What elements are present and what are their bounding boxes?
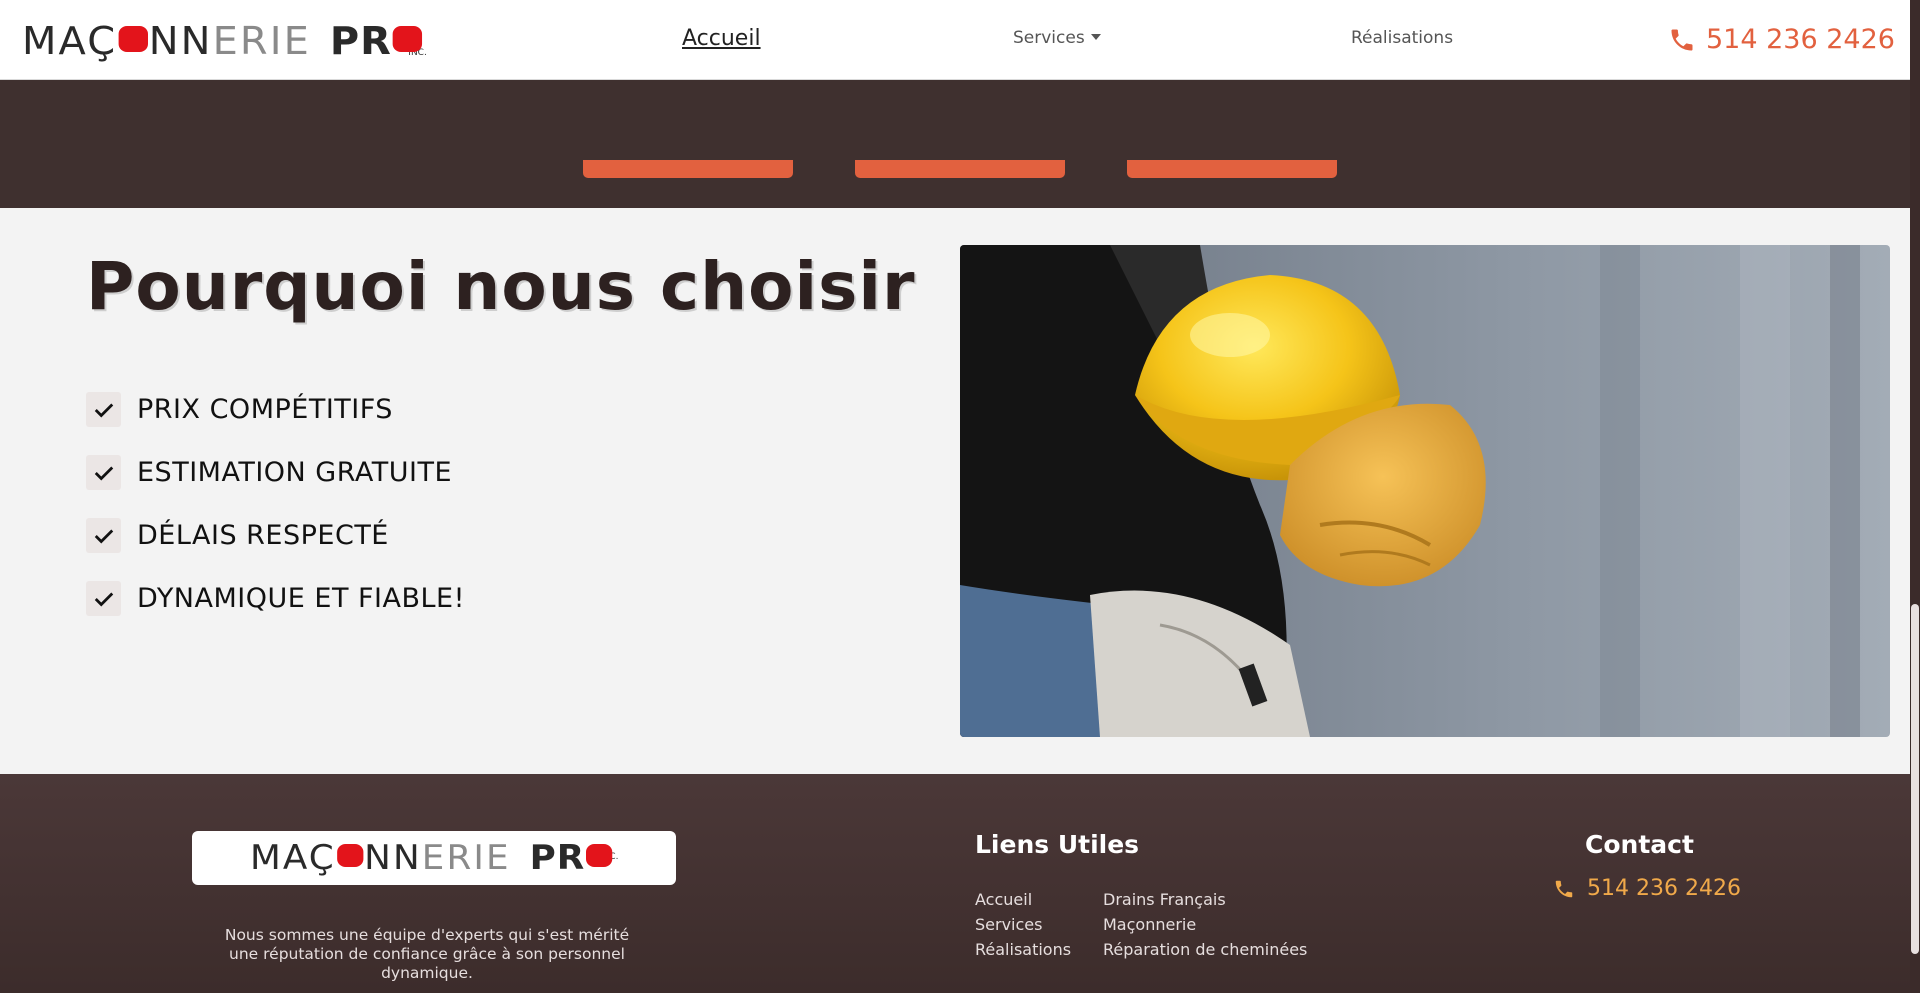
footer-logo[interactable]: MAÇNNERIEPR INC. [192,831,676,885]
footer-link-services[interactable]: Services [975,915,1071,940]
check-icon [86,581,121,616]
footer-link-accueil[interactable]: Accueil [975,890,1071,915]
footer-link-cheminees[interactable]: Réparation de cheminées [1103,940,1307,965]
benefit-text: DÉLAIS RESPECTÉ [137,520,389,551]
footer-phone-number: 514 236 2426 [1587,876,1741,901]
phone-icon [1671,29,1693,50]
chevron-down-icon [1090,34,1101,40]
site-logo[interactable]: MAÇ NNERIE PR INC. [22,18,427,60]
footer-description: Nous sommes une équipe d'experts qui s'e… [224,926,630,982]
logo-text: MAÇ NNERIE PR [22,22,423,60]
header-phone-number: 514 236 2426 [1706,24,1895,55]
site-header: MAÇ NNERIE PR INC. Accueil Services Réalis… [0,0,1910,80]
list-item: DYNAMIQUE ET FIABLE! [86,567,465,630]
footer-phone-link[interactable]: 514 236 2426 [1553,876,1741,901]
dark-band [0,80,1910,208]
hard-hat-photo [960,245,1890,737]
header-phone-link[interactable]: 514 236 2426 [1668,24,1895,55]
nav-realisations[interactable]: Réalisations [1351,28,1453,48]
nav-services[interactable]: Services [1013,28,1101,48]
check-icon [86,455,121,490]
nav-services-label: Services [1013,28,1085,48]
footer-contact-heading: Contact [1585,830,1694,859]
why-choose-us-section: Pourquoi nous choisir PRIX COMPÉTITIFS E… [0,208,1910,770]
footer-link-maconnerie[interactable]: Maçonnerie [1103,915,1307,940]
footer-links-heading: Liens Utiles [975,830,1140,859]
benefit-text: DYNAMIQUE ET FIABLE! [137,583,465,614]
service-button-2[interactable] [855,160,1065,178]
footer-links-col-2: Drains Français Maçonnerie Réparation de… [1103,890,1307,965]
footer-link-drains[interactable]: Drains Français [1103,890,1307,915]
check-icon [86,392,121,427]
benefit-text: PRIX COMPÉTITIFS [137,394,393,425]
nav-accueil[interactable]: Accueil [682,26,761,51]
phone-icon [1555,880,1573,897]
list-item: ESTIMATION GRATUITE [86,441,465,504]
scrollbar-thumb[interactable] [1911,604,1919,954]
list-item: DÉLAIS RESPECTÉ [86,504,465,567]
hard-hat-image [960,245,1890,737]
site-footer: MAÇNNERIEPR INC. Nous sommes une équipe … [0,774,1910,993]
check-icon [86,518,121,553]
footer-links-col-1: Accueil Services Réalisations [975,890,1071,965]
service-button-3[interactable] [1127,160,1337,178]
footer-link-realisations[interactable]: Réalisations [975,940,1071,965]
service-button-1[interactable] [583,160,793,178]
footer-logo-text: MAÇ NNERIE PR [250,841,614,875]
list-item: PRIX COMPÉTITIFS [86,378,465,441]
benefits-list: PRIX COMPÉTITIFS ESTIMATION GRATUITE DÉL… [86,378,465,630]
section-title: Pourquoi nous choisir [86,248,916,325]
benefit-text: ESTIMATION GRATUITE [137,457,453,488]
